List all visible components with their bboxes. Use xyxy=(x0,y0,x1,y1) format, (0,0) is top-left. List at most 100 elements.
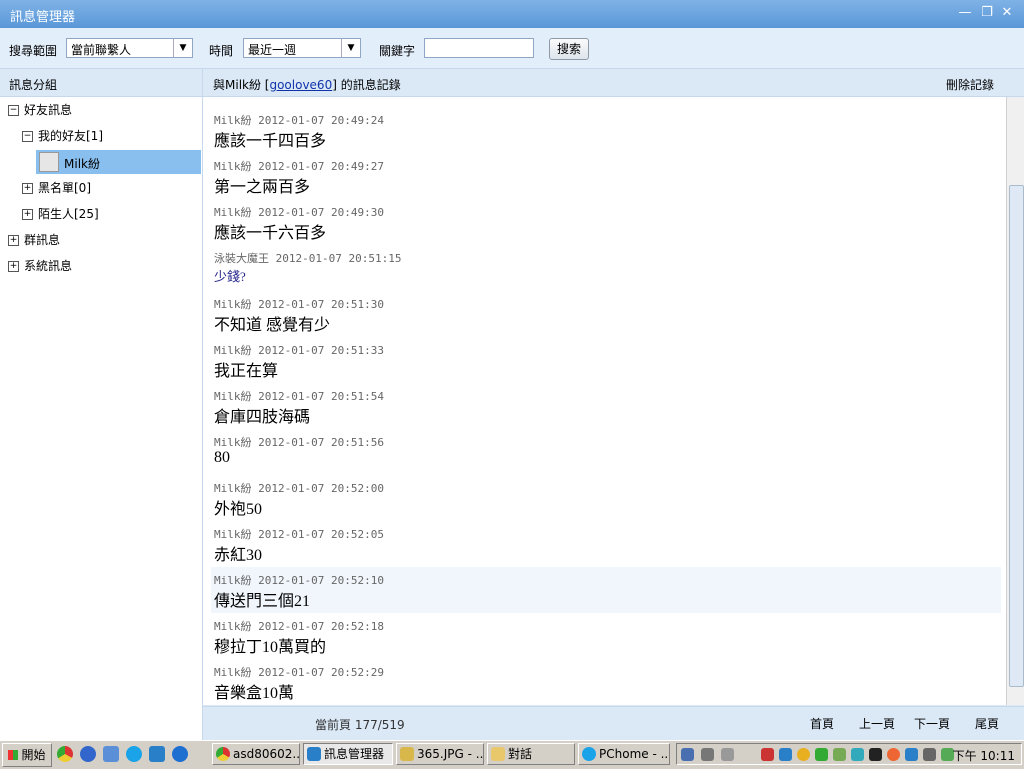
tray-icon[interactable] xyxy=(869,748,882,761)
avatar xyxy=(39,152,59,172)
next-page-link[interactable]: 下一頁 xyxy=(914,715,950,732)
collapse-icon[interactable]: − xyxy=(22,131,33,142)
chevron-down-icon[interactable]: ▼ xyxy=(341,39,360,57)
window-title: 訊息管理器 xyxy=(10,10,76,25)
message-meta: Milk紛 2012-01-07 20:52:29 xyxy=(214,666,384,679)
task-label: 對話 xyxy=(508,747,533,761)
first-page-link[interactable]: 首頁 xyxy=(810,715,834,732)
message-item: Milk紛 2012-01-07 20:49:24 應該一千四百多 xyxy=(211,107,1001,153)
keyword-label: 關鍵字 xyxy=(379,44,416,58)
ie-icon[interactable] xyxy=(172,746,188,762)
tree-item-selected-friend[interactable]: Milk紛 xyxy=(36,150,201,174)
minimize-icon[interactable]: — xyxy=(956,4,974,22)
expand-icon[interactable]: + xyxy=(8,235,19,246)
scope-value: 當前聯繫人 xyxy=(71,43,132,57)
collapse-icon[interactable]: − xyxy=(8,105,19,116)
message-meta: Milk紛 2012-01-07 20:49:30 xyxy=(214,206,384,219)
message-item: Milk紛 2012-01-07 20:51:54 倉庫四肢海碼 xyxy=(211,383,1001,429)
search-button[interactable]: 搜索 xyxy=(549,38,589,60)
message-text: 倉庫四肢海碼 xyxy=(214,409,311,426)
messenger-icon[interactable] xyxy=(149,746,165,762)
qq-icon[interactable] xyxy=(797,748,810,761)
messenger-icon[interactable] xyxy=(779,748,792,761)
message-item: Milk紛 2012-01-07 20:52:29 音樂盒10萬 xyxy=(211,659,1001,705)
message-text: 應該一千六百多 xyxy=(214,225,327,242)
skype-icon[interactable] xyxy=(126,746,142,762)
message-item: Milk紛 2012-01-07 20:52:00 外袍50 xyxy=(211,475,1001,521)
tray-icon[interactable] xyxy=(851,748,864,761)
tree-item-system[interactable]: + 系統訊息 xyxy=(8,255,72,277)
message-item: Milk紛 2012-01-07 20:52:18 穆拉丁10萬買的 xyxy=(211,613,1001,659)
tree-item-friends[interactable]: − 好友訊息 xyxy=(8,99,72,121)
chrome-icon[interactable] xyxy=(57,746,73,762)
tree-item-groups[interactable]: + 群訊息 xyxy=(8,229,60,251)
message-list: Milk紛 2012-01-07 20:49:24 應該一千四百多 Milk紛 2… xyxy=(203,97,1006,705)
chrome-icon xyxy=(216,747,230,761)
tray-icon[interactable] xyxy=(833,748,846,761)
task-dialog[interactable]: 對話 xyxy=(487,743,575,765)
expand-icon[interactable]: + xyxy=(22,209,33,220)
close-icon[interactable]: ✕ xyxy=(998,4,1016,22)
group-pane-title: 訊息分組 xyxy=(9,78,58,92)
message-text: 傳送門三個21 xyxy=(214,593,311,610)
time-label: 時間 xyxy=(209,44,234,58)
message-item: Milk紛 2012-01-07 20:51:33 我正在算 xyxy=(211,337,1001,383)
scope-select[interactable]: 當前聯繫人 ▼ xyxy=(66,38,193,58)
task-image-viewer[interactable]: 365.JPG - ... xyxy=(396,743,484,765)
pagination-bar: 當前頁 177/519 首頁 上一頁 下一頁 尾頁 xyxy=(203,706,1024,741)
tray-icon[interactable] xyxy=(905,748,918,761)
tree-item-my-friends[interactable]: − 我的好友[1] xyxy=(22,125,103,147)
task-chrome[interactable]: asd80602... xyxy=(212,743,300,765)
delete-records-button[interactable]: 刪除記錄 xyxy=(946,76,994,93)
message-meta: Milk紛 2012-01-07 20:51:54 xyxy=(214,390,384,403)
group-pane: 訊息分組 − 好友訊息 − 我的好友[1] Milk紛 + 黑名單[0] + 陌生人[2… xyxy=(0,69,203,740)
message-scrollbar[interactable] xyxy=(1006,97,1024,705)
contact-id-link[interactable]: goolove60 xyxy=(269,78,332,92)
keyword-input[interactable] xyxy=(424,38,534,58)
history-title-suffix: ] 的訊息記錄 xyxy=(332,78,401,92)
chevron-down-icon[interactable]: ▼ xyxy=(173,39,192,57)
tray-icon[interactable] xyxy=(681,748,694,761)
app-icon[interactable] xyxy=(103,746,119,762)
message-item: Milk紛 2012-01-07 20:52:05 赤紅30 xyxy=(211,521,1001,567)
tray-icon[interactable] xyxy=(701,748,714,761)
history-title: 與Milk紛 [goolove60] 的訊息記錄 xyxy=(213,76,401,93)
tray-icon[interactable] xyxy=(923,748,936,761)
history-header: 與Milk紛 [goolove60] 的訊息記錄 刪除記錄 xyxy=(203,69,1024,97)
tray-icon[interactable] xyxy=(761,748,774,761)
tree-label-groups: 群訊息 xyxy=(24,233,61,247)
tray-icon[interactable] xyxy=(815,748,828,761)
task-label: 訊息管理器 xyxy=(324,747,385,761)
message-item-own: 泳裝大魔王 2012-01-07 20:51:15 少錢? xyxy=(211,245,1001,291)
page-indicator: 當前頁 177/519 xyxy=(315,718,405,732)
tree-label-strangers: 陌生人[25] xyxy=(38,207,99,221)
task-message-manager[interactable]: 訊息管理器 xyxy=(303,743,393,765)
tray-icon[interactable] xyxy=(721,748,734,761)
message-item: Milk紛 2012-01-07 20:49:27 第一之兩百多 xyxy=(211,153,1001,199)
start-label: 開始 xyxy=(21,748,46,762)
folder-icon xyxy=(491,747,505,761)
windows-logo-icon xyxy=(8,750,19,760)
message-text: 第一之兩百多 xyxy=(214,179,311,196)
expand-icon[interactable]: + xyxy=(22,183,33,194)
restore-icon[interactable]: ❐ xyxy=(978,4,996,22)
task-skype[interactable]: PChome - ... xyxy=(578,743,670,765)
message-text: 音樂盒10萬 xyxy=(214,685,295,702)
time-select[interactable]: 最近一週 ▼ xyxy=(243,38,361,58)
tree-item-blacklist[interactable]: + 黑名單[0] xyxy=(22,177,91,199)
message-meta: Milk紛 2012-01-07 20:49:24 xyxy=(214,114,384,127)
tree-item-strangers[interactable]: + 陌生人[25] xyxy=(22,203,99,225)
last-page-link[interactable]: 尾頁 xyxy=(975,715,999,732)
message-item: Milk紛 2012-01-07 20:51:56 80 xyxy=(211,429,1001,475)
clock[interactable]: 下午 10:11 xyxy=(953,747,1015,764)
message-text: 赤紅30 xyxy=(214,547,263,564)
skype-icon xyxy=(582,747,596,761)
scrollbar-thumb[interactable] xyxy=(1009,185,1024,687)
start-button[interactable]: 開始 xyxy=(2,743,52,767)
prev-page-link[interactable]: 上一頁 xyxy=(859,715,895,732)
media-player-icon[interactable] xyxy=(80,746,96,762)
expand-icon[interactable]: + xyxy=(8,261,19,272)
message-meta: Milk紛 2012-01-07 20:52:18 xyxy=(214,620,384,633)
tray-icon[interactable] xyxy=(887,748,900,761)
task-label: asd80602... xyxy=(233,747,300,761)
